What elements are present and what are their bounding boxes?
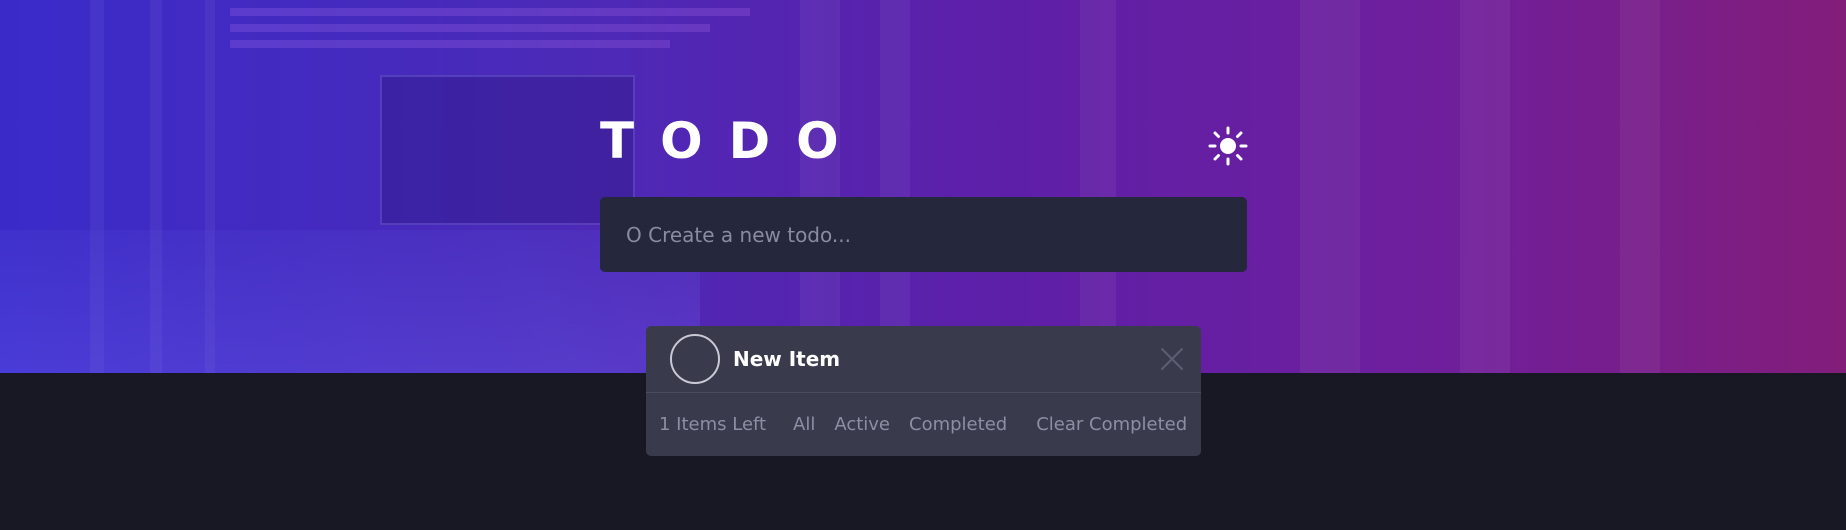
bg-light-stripe xyxy=(230,40,670,48)
todo-footer: 1 Items Left All Active Completed Clear … xyxy=(646,393,1201,455)
sun-icon xyxy=(1208,126,1248,166)
items-left-count: 1 Items Left xyxy=(659,413,767,435)
new-todo-input[interactable] xyxy=(626,222,1206,247)
theme-toggle-button[interactable] xyxy=(1206,124,1250,168)
clear-completed-button[interactable]: Clear Completed xyxy=(1036,414,1187,435)
todo-item: New Item xyxy=(646,326,1201,393)
bg-pillar xyxy=(880,0,910,373)
bg-light-stripe xyxy=(230,8,750,16)
bg-pillar xyxy=(1460,0,1510,373)
close-icon xyxy=(1161,348,1183,370)
delete-todo-button[interactable] xyxy=(1159,346,1185,372)
bg-pillar xyxy=(1080,0,1116,373)
filter-completed[interactable]: Completed xyxy=(909,414,1007,435)
bg-floor xyxy=(0,230,700,373)
bg-pillar xyxy=(1300,0,1360,373)
circle-check-icon[interactable] xyxy=(670,334,720,384)
bg-pillar xyxy=(800,0,840,373)
new-todo-bar xyxy=(600,197,1247,272)
filter-active[interactable]: Active xyxy=(834,414,890,435)
hero-background xyxy=(0,0,1846,373)
filter-all[interactable]: All xyxy=(793,414,815,435)
bg-light-stripe xyxy=(230,24,710,32)
todo-item-label: New Item xyxy=(733,347,841,371)
page-title: TODO xyxy=(600,112,865,170)
bg-pillar xyxy=(1620,0,1660,373)
todo-list-panel: New Item 1 Items Left All Active Complet… xyxy=(646,326,1201,456)
bg-doorway xyxy=(380,75,635,225)
